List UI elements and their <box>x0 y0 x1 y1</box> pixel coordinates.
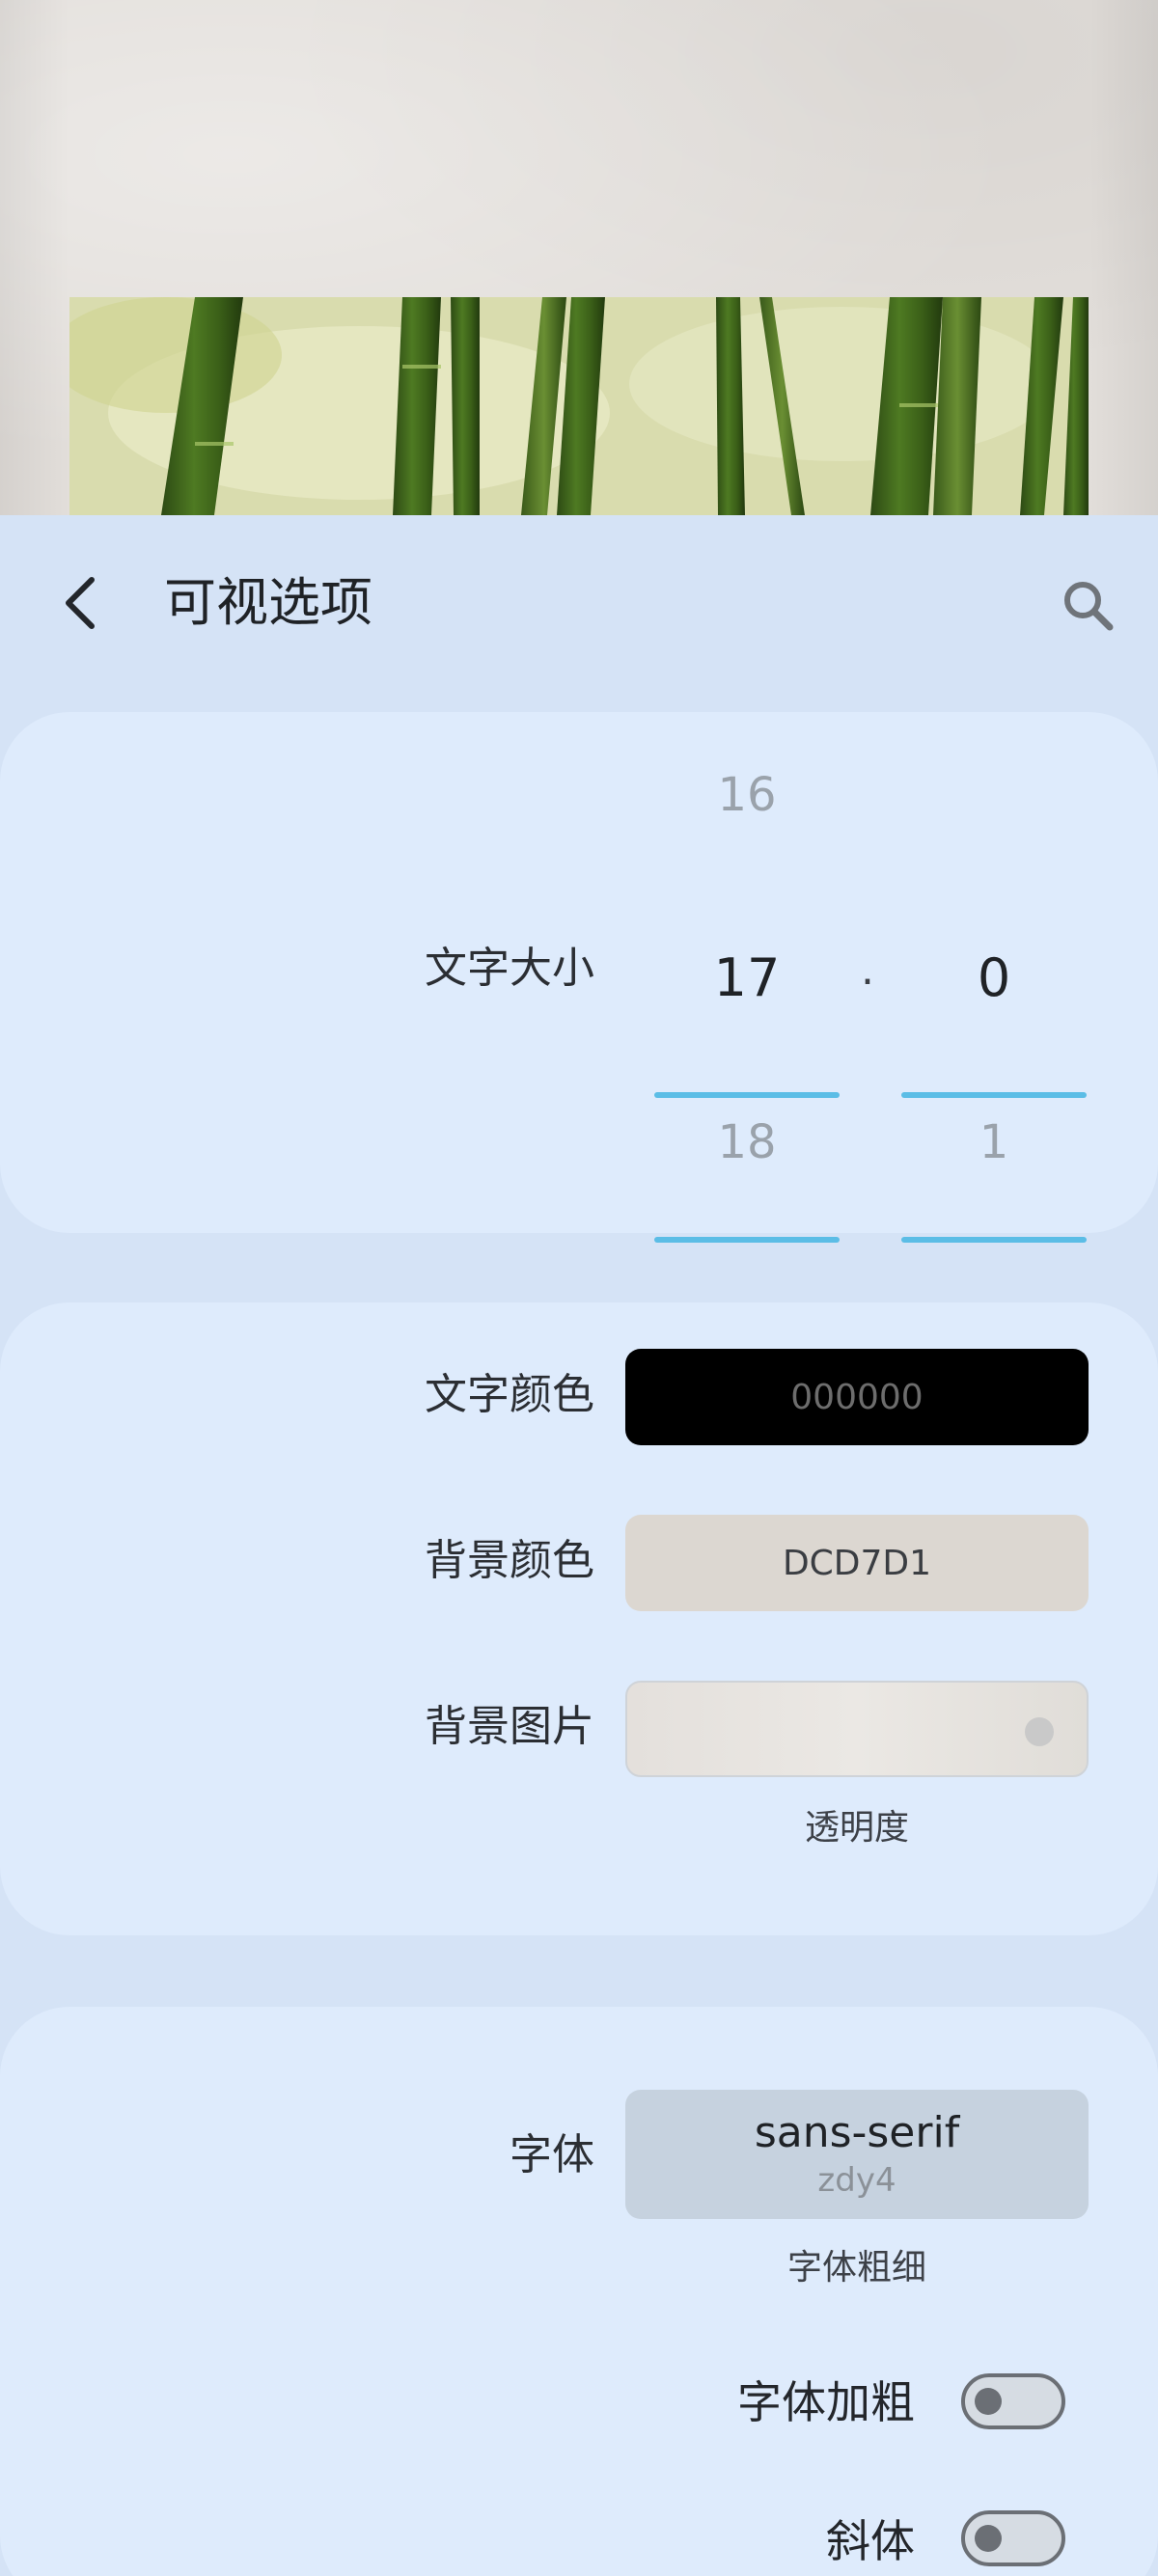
integer-picker-above[interactable]: 16 <box>654 766 840 824</box>
opacity-slider-thumb[interactable] <box>1025 1717 1054 1746</box>
bold-toggle[interactable] <box>961 2373 1065 2429</box>
top-app-bar: 可视选项 <box>0 515 1158 689</box>
integer-picker-selected[interactable]: 17 <box>654 940 840 1017</box>
font-label: 字体 <box>510 2130 594 2179</box>
search-icon <box>1064 582 1114 631</box>
decimal-separator: . <box>861 945 874 995</box>
background-color-swatch[interactable]: DCD7D1 <box>625 1515 1089 1611</box>
background-color-value: DCD7D1 <box>782 1543 932 1583</box>
bamboo-preview-image <box>69 297 1089 515</box>
font-weight-label: 字体粗细 <box>786 2248 926 2288</box>
integer-picker-below[interactable]: 18 <box>654 1113 840 1171</box>
back-button[interactable] <box>46 569 114 637</box>
reading-preview <box>0 0 1158 515</box>
font-name: sans-serif <box>754 2108 960 2157</box>
bold-toggle-knob <box>975 2388 1002 2415</box>
italic-toggle[interactable] <box>961 2510 1065 2566</box>
integer-picker-bottom-line <box>654 1237 840 1243</box>
visual-options-sheet: 可视选项 文字大小 16 17 18 . 0 1 文字颜色 000000 背景颜… <box>0 515 1158 2576</box>
font-card: 字体 sans-serif zdy4 字体粗细 字体加粗 斜体 <box>0 2007 1158 2576</box>
font-subname: zdy4 <box>817 2161 896 2200</box>
fraction-picker-below[interactable]: 1 <box>901 1113 1087 1171</box>
fraction-picker-above[interactable] <box>901 766 1087 824</box>
italic-label: 斜体 <box>826 2515 915 2567</box>
page-title: 可视选项 <box>164 572 372 633</box>
colors-card: 文字颜色 000000 背景颜色 DCD7D1 背景图片 透明度 <box>0 1302 1158 1935</box>
background-image-label: 背景图片 <box>425 1702 594 1751</box>
text-size-label: 文字大小 <box>425 944 594 993</box>
background-image-picker[interactable] <box>625 1681 1089 1777</box>
fraction-picker-top-line <box>901 1092 1087 1098</box>
font-selector[interactable]: sans-serif zdy4 <box>625 2090 1089 2219</box>
search-button[interactable] <box>1054 571 1123 641</box>
text-color-label: 文字颜色 <box>425 1370 594 1419</box>
fraction-picker-bottom-line <box>901 1237 1087 1243</box>
chevron-left-icon <box>66 577 95 629</box>
integer-picker-top-line <box>654 1092 840 1098</box>
text-color-swatch[interactable]: 000000 <box>625 1349 1089 1445</box>
fraction-picker-selected[interactable]: 0 <box>901 940 1087 1017</box>
italic-toggle-knob <box>975 2525 1002 2552</box>
background-color-label: 背景颜色 <box>425 1536 594 1585</box>
opacity-label: 透明度 <box>804 1808 909 1848</box>
text-color-value: 000000 <box>790 1377 924 1417</box>
bold-label: 字体加粗 <box>737 2376 915 2428</box>
text-size-card: 文字大小 16 17 18 . 0 1 <box>0 712 1158 1243</box>
